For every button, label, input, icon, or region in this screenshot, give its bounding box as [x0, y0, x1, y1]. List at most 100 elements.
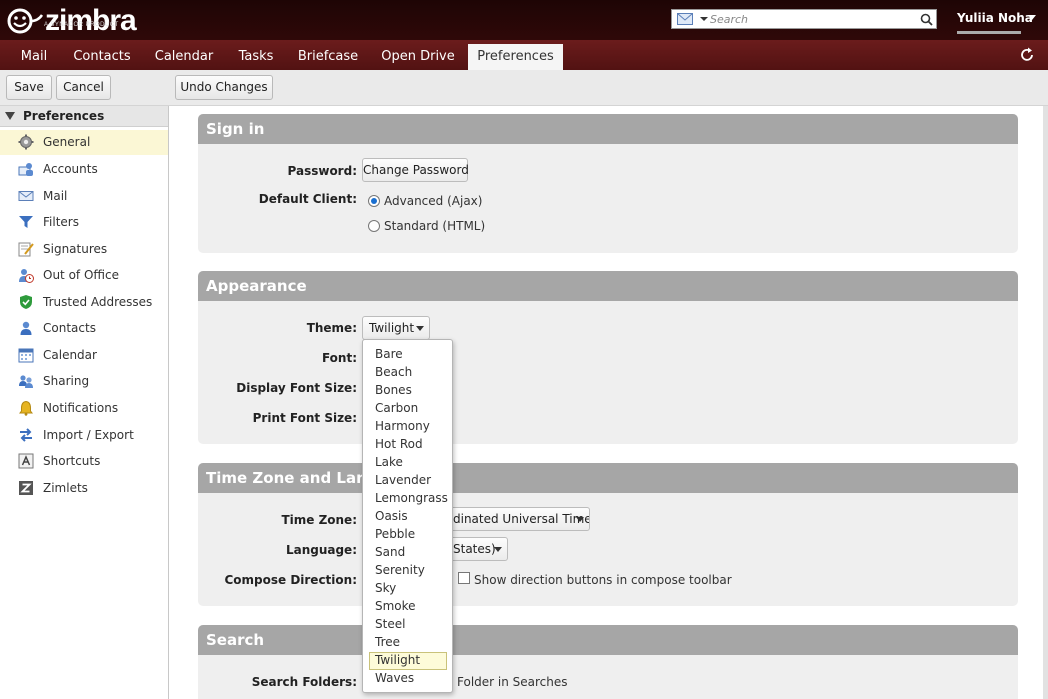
sharing-icon: [19, 375, 33, 388]
sidebar-item-label: Signatures: [43, 242, 108, 256]
theme-option-beach[interactable]: Beach: [369, 364, 447, 382]
language-label: Language:: [285, 543, 357, 557]
font-label: Font:: [321, 351, 357, 365]
theme-select[interactable]: Twilight: [362, 316, 430, 340]
save-button[interactable]: Save: [6, 75, 52, 100]
undo-changes-button[interactable]: Undo Changes: [175, 75, 273, 100]
mail-icon: [18, 191, 34, 201]
search-type-selector[interactable]: [672, 10, 710, 28]
sidebar-item-accounts[interactable]: Accounts: [0, 157, 168, 182]
theme-option-bones[interactable]: Bones: [369, 382, 447, 400]
sidebar-item-signatures[interactable]: Signatures: [0, 237, 168, 262]
search-box: [671, 9, 937, 29]
out-of-office-icon: [19, 269, 34, 283]
chevron-down-icon: [576, 517, 584, 522]
section-title: Time Zone and Lang: [206, 469, 378, 487]
search-folders-label: Search Folders:: [251, 675, 357, 689]
search-section: Search Search Folders: Folder in Searche…: [198, 625, 1018, 699]
sidebar-item-general[interactable]: General: [0, 130, 168, 155]
user-menu-chevron-icon[interactable]: [1028, 15, 1036, 20]
theme-dropdown-menu: Bare Beach Bones Carbon Harmony Hot Rod …: [362, 339, 453, 693]
theme-option-steel[interactable]: Steel: [369, 616, 447, 634]
theme-option-lavender[interactable]: Lavender: [369, 472, 447, 490]
tab-contacts[interactable]: Contacts: [66, 40, 138, 70]
vertical-scrollbar[interactable]: [1043, 106, 1048, 699]
theme-option-oasis[interactable]: Oasis: [369, 508, 447, 526]
theme-option-smoke[interactable]: Smoke: [369, 598, 447, 616]
user-menu[interactable]: Yuliia Noha: [957, 11, 1033, 25]
gear-icon: [18, 134, 34, 150]
theme-option-lake[interactable]: Lake: [369, 454, 447, 472]
logo-wordmark: zimbra: [45, 4, 137, 37]
theme-option-sky[interactable]: Sky: [369, 580, 447, 598]
sidebar-item-label: Trusted Addresses: [43, 295, 153, 309]
sidebar-item-contacts[interactable]: Contacts: [0, 316, 168, 341]
theme-option-carbon[interactable]: Carbon: [369, 400, 447, 418]
zimbra-logo[interactable]: zimbra: [6, 4, 137, 37]
sidebar-item-label: General: [43, 135, 91, 149]
change-password-button[interactable]: Change Password: [362, 158, 469, 182]
section-header: Sign in: [198, 114, 1018, 144]
sidebar-item-import-export[interactable]: Import / Export: [0, 423, 168, 448]
shield-icon: [20, 295, 32, 309]
sidebar-item-label: Sharing: [43, 374, 90, 388]
tab-briefcase[interactable]: Briefcase: [292, 40, 364, 70]
tab-tasks[interactable]: Tasks: [231, 40, 281, 70]
sidebar-item-filters[interactable]: Filters: [0, 210, 168, 235]
sidebar-item-out-of-office[interactable]: Out of Office: [0, 263, 168, 288]
sidebar-item-label: Notifications: [43, 401, 119, 415]
bell-icon: [19, 400, 33, 416]
tab-mail[interactable]: Mail: [8, 40, 60, 70]
sidebar-item-trusted-addresses[interactable]: Trusted Addresses: [0, 290, 168, 315]
contact-icon: [20, 321, 32, 335]
cancel-button[interactable]: Cancel: [56, 75, 111, 100]
theme-option-waves[interactable]: Waves: [369, 670, 447, 688]
zimlet-icon: [19, 481, 33, 495]
refresh-icon[interactable]: [1018, 46, 1036, 64]
section-title: Sign in: [206, 120, 265, 138]
filter-icon: [19, 216, 33, 228]
keyboard-icon: [18, 453, 34, 469]
app-tabs: Mail Contacts Calendar Tasks Briefcase O…: [0, 40, 1048, 70]
sidebar-item-sharing[interactable]: Sharing: [0, 369, 168, 394]
sidebar-item-mail[interactable]: Mail: [0, 184, 168, 209]
theme-option-sand[interactable]: Sand: [369, 544, 447, 562]
chevron-down-icon: [700, 17, 708, 21]
signature-icon: [18, 242, 34, 257]
theme-option-twilight[interactable]: Twilight: [369, 652, 447, 670]
theme-option-tree[interactable]: Tree: [369, 634, 447, 652]
sidebar-item-label: Zimlets: [43, 481, 88, 495]
timezone-language-section: Time Zone and Lang Time Zone: dinated Un…: [198, 463, 1018, 606]
tab-open-drive[interactable]: Open Drive: [374, 40, 462, 70]
top-header: zimbra A SYNACOR PRODUCT Yuliia Noha: [0, 0, 1048, 40]
standard-client-radio[interactable]: [368, 220, 380, 232]
search-button[interactable]: [916, 10, 936, 28]
sidebar-item-notifications[interactable]: Notifications: [0, 396, 168, 421]
sidebar-item-shortcuts[interactable]: Shortcuts: [0, 449, 168, 474]
theme-option-bare[interactable]: Bare: [369, 346, 447, 364]
calendar-icon: [18, 348, 34, 363]
theme-option-harmony[interactable]: Harmony: [369, 418, 447, 436]
theme-option-serenity[interactable]: Serenity: [369, 562, 447, 580]
theme-option-pebble[interactable]: Pebble: [369, 526, 447, 544]
preferences-scroll-area: Sign in Password: Change Password Defaul…: [170, 106, 1043, 699]
sidebar-item-label: Accounts: [43, 162, 98, 176]
tab-calendar[interactable]: Calendar: [148, 40, 220, 70]
theme-option-lemongrass[interactable]: Lemongrass: [369, 490, 448, 508]
logo-tagline: A SYNACOR PRODUCT: [44, 22, 119, 28]
sidebar-item-label: Filters: [43, 215, 79, 229]
chevron-down-icon: [494, 547, 502, 552]
sidebar-header[interactable]: Preferences: [0, 106, 168, 127]
section-header: Search: [198, 625, 1018, 655]
theme-select-value: Twilight: [369, 321, 415, 335]
collapse-triangle-icon[interactable]: [5, 112, 15, 120]
tab-preferences[interactable]: Preferences: [468, 44, 563, 70]
sidebar-item-calendar[interactable]: Calendar: [0, 343, 168, 368]
sidebar-item-zimlets[interactable]: Zimlets: [0, 476, 168, 501]
compose-direction-checkbox[interactable]: [458, 572, 470, 584]
zimbra-logo-mark-icon: [7, 8, 44, 34]
advanced-client-radio[interactable]: [368, 195, 380, 207]
time-zone-select-value: dinated Universal Time: [453, 512, 590, 526]
search-input[interactable]: [710, 11, 916, 27]
theme-option-hot-rod[interactable]: Hot Rod: [369, 436, 447, 454]
